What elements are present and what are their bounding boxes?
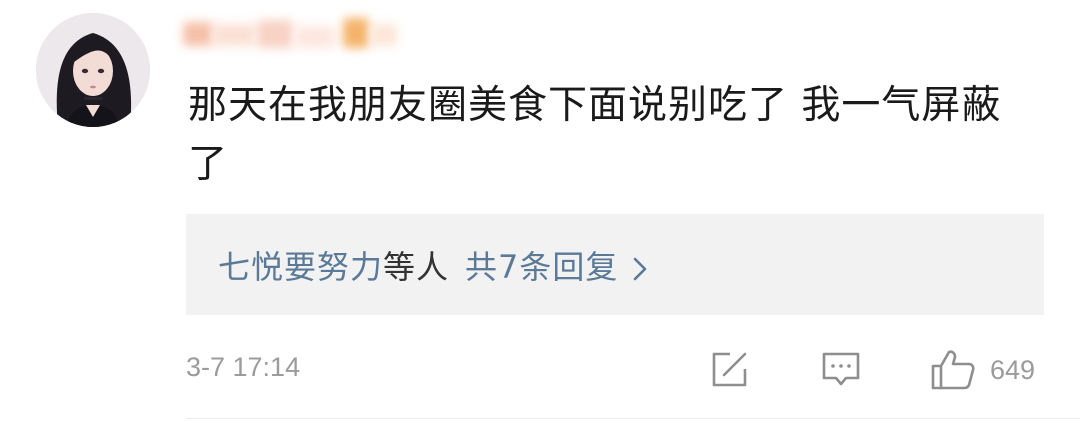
like-count: 649	[990, 354, 1036, 385]
reply-names-suffix: 等人	[383, 247, 450, 286]
avatar[interactable]	[36, 13, 150, 127]
reply-count-link[interactable]: 共7条回复	[465, 242, 618, 288]
timestamp: 3-7 17:14	[186, 352, 301, 382]
replies-summary[interactable]: 七悦要努力 等人 共7条回复	[186, 214, 1044, 315]
comment-item: 那天在我朋友圈美食下面说别吃了 我一气屏蔽了 七悦要努力 等人 共7条回复 3-…	[0, 0, 1080, 421]
share-button[interactable]	[708, 348, 750, 392]
divider	[186, 418, 1080, 419]
reply-button[interactable]	[820, 348, 862, 392]
share-icon	[708, 349, 750, 391]
like-button[interactable]: 649	[930, 348, 1035, 392]
comment-icon	[820, 349, 862, 391]
comment-text: 那天在我朋友圈美食下面说别吃了 我一气屏蔽了	[188, 83, 1002, 187]
chevron-right-icon	[632, 252, 648, 280]
thumbs-up-icon	[930, 348, 976, 392]
reply-names[interactable]: 七悦要努力	[218, 242, 383, 288]
username-blurred[interactable]	[183, 14, 403, 52]
comment-meta: 3-7 17:14 649	[186, 348, 1046, 392]
